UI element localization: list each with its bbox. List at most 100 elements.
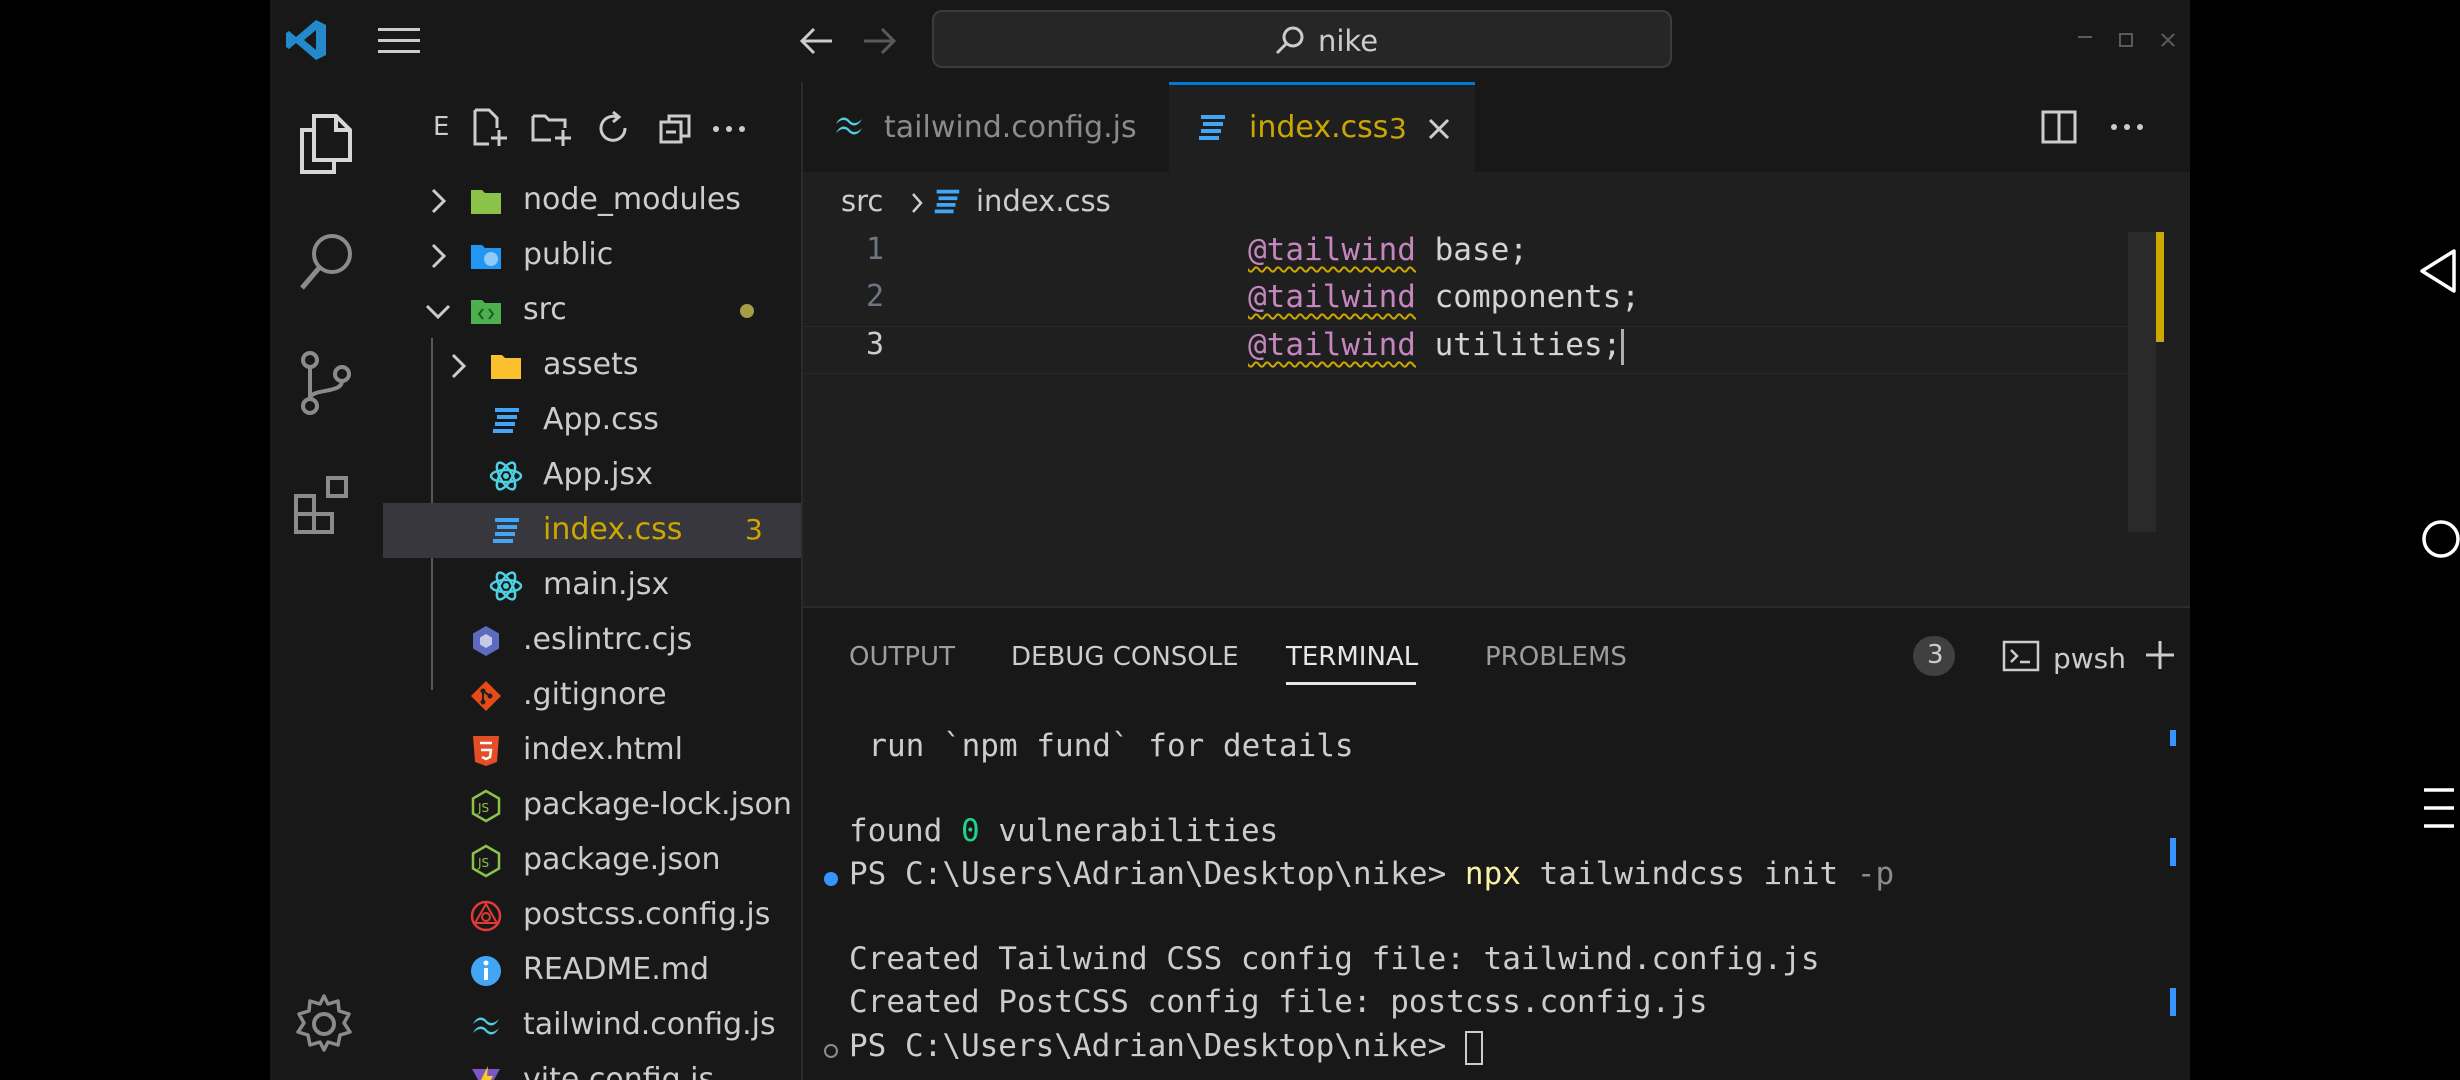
- new-file-icon[interactable]: [471, 108, 509, 148]
- terminal-args: tailwindcss init: [1520, 856, 1857, 892]
- editor-scrollbar[interactable]: [2128, 232, 2156, 532]
- tab-index-css[interactable]: index.css 3: [1169, 82, 1475, 172]
- tree-item-app-jsx[interactable]: App.jsx: [383, 448, 801, 503]
- html-file-icon: [473, 736, 499, 766]
- tab-output[interactable]: OUTPUT: [849, 642, 955, 672]
- tab-tailwind-config[interactable]: tailwind.config.js: [803, 82, 1167, 172]
- line-number: 3: [865, 327, 884, 362]
- tree-item-label: .eslintrc.cjs: [523, 622, 693, 657]
- tailwind-file-icon: [836, 117, 862, 135]
- css-file-icon: [1199, 115, 1225, 140]
- tree-item-node-modules[interactable]: node_modules: [383, 173, 801, 228]
- active-tab-underline: [1286, 682, 1416, 685]
- terminal-count: 0: [960, 813, 980, 849]
- tree-item-package-json[interactable]: JS package.json: [383, 833, 801, 888]
- new-folder-icon[interactable]: [531, 108, 573, 148]
- source-control-icon[interactable]: [298, 350, 354, 416]
- more-actions-icon[interactable]: [2109, 122, 2145, 132]
- home-nav-icon[interactable]: [2420, 518, 2460, 560]
- tab-problems[interactable]: PROBLEMS: [1485, 642, 1627, 672]
- folder-src-icon: [471, 300, 501, 324]
- problem-count-badge: 3: [745, 513, 763, 546]
- terminal-scroll-marker: [2170, 730, 2176, 746]
- chevron-down-icon: [425, 304, 451, 320]
- terminal-output[interactable]: run `npm fund` for details found 0 vulne…: [803, 708, 2190, 1080]
- terminal-command: npx: [1464, 856, 1521, 892]
- tree-item-main-jsx[interactable]: main.jsx: [383, 558, 801, 613]
- react-file-icon: [489, 571, 523, 601]
- terminal-text: found: [849, 813, 961, 849]
- tree-item-gitignore[interactable]: .gitignore: [383, 668, 801, 723]
- new-terminal-plus-icon[interactable]: [2143, 638, 2177, 672]
- tree-item-assets[interactable]: assets: [383, 338, 801, 393]
- tree-item-postcss-config[interactable]: postcss.config.js: [383, 888, 801, 943]
- line-number: 1: [865, 232, 884, 267]
- code-editor[interactable]: 1 2 3 @tailwind base; @tailwind componen…: [803, 232, 2190, 604]
- tree-item-label: package.json: [523, 842, 721, 877]
- terminal-shell-name[interactable]: pwsh: [2053, 642, 2126, 675]
- extensions-icon[interactable]: [292, 472, 356, 536]
- vscode-window: nike E node_modules public src assets Ap…: [270, 0, 2190, 1080]
- terminal-prompt: PS C:\Users\Adrian\Desktop\nike>: [849, 1028, 1465, 1064]
- back-nav-icon[interactable]: [2418, 248, 2458, 294]
- terminal-line: Created Tailwind CSS config file: tailwi…: [849, 941, 1820, 977]
- command-center-search[interactable]: nike: [932, 10, 1672, 68]
- code-text: base;: [1415, 232, 1528, 268]
- tab-problem-badge: 3: [1389, 112, 1407, 145]
- split-editor-icon[interactable]: [2041, 110, 2077, 144]
- tree-item-eslintrc[interactable]: .eslintrc.cjs: [383, 613, 801, 668]
- chevron-right-icon: [431, 243, 447, 269]
- tree-item-tailwind-config[interactable]: tailwind.config.js: [383, 998, 801, 1053]
- title-bar: nike: [270, 0, 2190, 82]
- command-success-dot-icon: [824, 872, 838, 886]
- minimize-icon[interactable]: [2076, 34, 2094, 40]
- close-tab-icon[interactable]: [1427, 117, 1451, 141]
- terminal-line: PS C:\Users\Adrian\Desktop\nike>: [849, 1028, 1483, 1065]
- tree-item-label: App.jsx: [543, 457, 653, 492]
- line-number: 2: [865, 279, 884, 314]
- breadcrumb: src index.css: [803, 172, 2190, 232]
- back-arrow-icon[interactable]: [798, 24, 834, 58]
- tree-item-index-html[interactable]: index.html: [383, 723, 801, 778]
- overview-ruler-warning: [2156, 232, 2164, 342]
- vite-file-icon: [472, 1066, 500, 1080]
- tree-item-package-lock[interactable]: JS package-lock.json: [383, 778, 801, 833]
- terminal-text: vulnerabilities: [979, 813, 1279, 849]
- search-icon: [1275, 26, 1304, 55]
- git-file-icon: [471, 681, 501, 711]
- code-keyword: @tailwind: [1248, 232, 1416, 268]
- problems-count: 3: [1927, 640, 1944, 670]
- tree-item-index-css[interactable]: index.css 3: [383, 503, 801, 558]
- refresh-icon[interactable]: [595, 110, 631, 146]
- code-line: @tailwind base;: [1248, 232, 1528, 268]
- tree-item-label: App.css: [543, 402, 659, 437]
- tab-debug-console[interactable]: DEBUG CONSOLE: [1011, 642, 1239, 672]
- search-activity-icon[interactable]: [298, 232, 356, 294]
- menu-icon[interactable]: [378, 24, 420, 58]
- explorer-files-icon[interactable]: [296, 112, 356, 176]
- terminal-prompt: PS C:\Users\Adrian\Desktop\nike>: [849, 856, 1465, 892]
- chevron-right-icon: [451, 353, 467, 379]
- close-window-icon[interactable]: [2160, 32, 2176, 48]
- more-actions-icon[interactable]: [711, 124, 747, 134]
- folder-icon: [491, 355, 521, 379]
- tree-item-app-css[interactable]: App.css: [383, 393, 801, 448]
- terminal-line: found 0 vulnerabilities: [849, 813, 1278, 849]
- tree-item-label: node_modules: [523, 182, 741, 217]
- info-file-icon: [471, 956, 501, 986]
- tab-terminal[interactable]: TERMINAL: [1286, 642, 1418, 672]
- terminal-scroll-marker: [2170, 838, 2176, 866]
- collapse-all-icon[interactable]: [659, 112, 693, 146]
- recents-nav-icon[interactable]: [2424, 784, 2454, 832]
- breadcrumb-file[interactable]: index.css: [976, 184, 1111, 218]
- maximize-icon[interactable]: [2118, 32, 2134, 48]
- breadcrumb-folder[interactable]: src: [841, 184, 883, 218]
- tree-item-readme[interactable]: README.md: [383, 943, 801, 998]
- tree-item-public[interactable]: public: [383, 228, 801, 283]
- tree-item-src[interactable]: src: [383, 283, 801, 338]
- tree-item-vite-config[interactable]: vite.config.js: [383, 1053, 801, 1080]
- tree-item-label: .gitignore: [523, 677, 667, 712]
- forward-arrow-icon[interactable]: [862, 24, 898, 58]
- settings-gear-icon[interactable]: [292, 992, 356, 1056]
- explorer-sidebar: E node_modules public src assets App.css…: [383, 82, 803, 1080]
